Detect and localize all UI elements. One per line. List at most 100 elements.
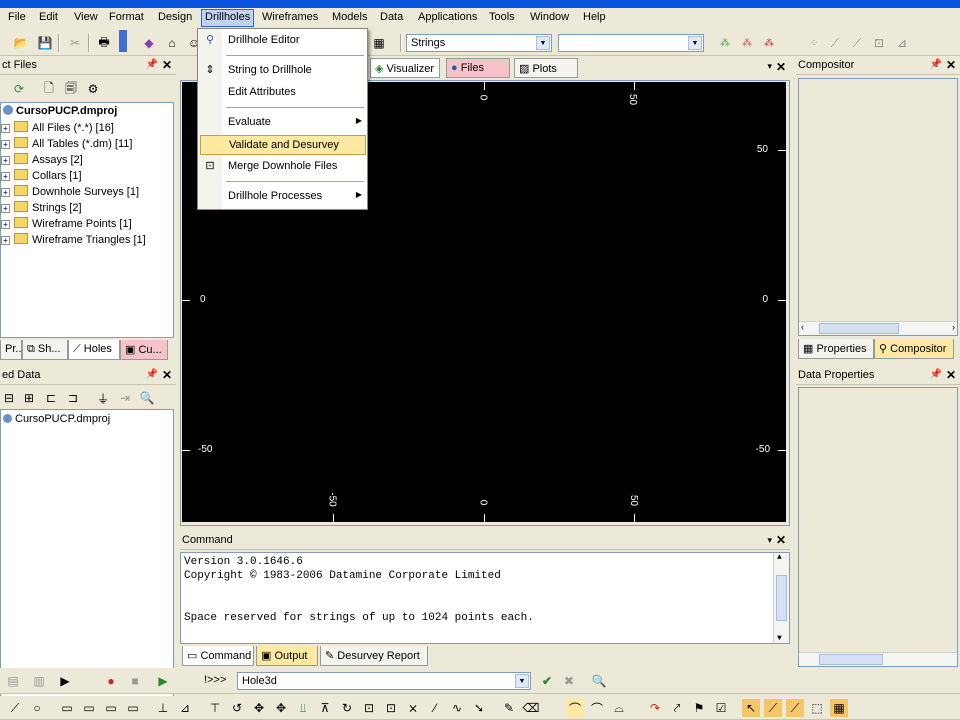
- layers-icon[interactable]: ▦: [370, 34, 388, 52]
- chevron-down-icon[interactable]: ▾: [767, 535, 772, 546]
- script-icon[interactable]: ▤: [4, 672, 22, 690]
- menu-item-drillhole-processes[interactable]: Drillhole Processes ▶: [200, 187, 366, 207]
- menu-item-edit-attributes[interactable]: Edit Attributes: [200, 83, 366, 103]
- tree-item[interactable]: + Assays [2]: [1, 153, 83, 169]
- select-point-icon[interactable]: ⟋: [786, 699, 804, 717]
- menu-models[interactable]: Models: [329, 11, 370, 23]
- points-clear-icon[interactable]: ⁂: [760, 34, 778, 52]
- menu-applications[interactable]: Applications: [415, 11, 480, 23]
- strings-combo[interactable]: Strings ▼: [406, 34, 552, 52]
- macro-run-icon[interactable]: ▶: [56, 672, 74, 690]
- tab-files[interactable]: ● Files: [446, 58, 510, 78]
- rectangle-move-icon[interactable]: ▭: [102, 699, 120, 717]
- tab-project[interactable]: Pr...: [0, 340, 22, 360]
- menu-item-string-to-drillhole[interactable]: String to Drillhole: [200, 61, 366, 81]
- chevron-down-icon[interactable]: ▼: [777, 634, 782, 643]
- chevron-right-icon[interactable]: ›: [952, 322, 955, 332]
- new-file-icon[interactable]: 🗋: [40, 80, 58, 98]
- close-icon[interactable]: ✕: [162, 368, 172, 382]
- menu-file[interactable]: File: [5, 11, 29, 23]
- menu-item-evaluate[interactable]: Evaluate ▶: [200, 113, 366, 133]
- tab-holes[interactable]: ⟋ Holes: [68, 340, 120, 360]
- tree-item[interactable]: + Collars [1]: [1, 169, 82, 185]
- pin-icon[interactable]: 📌: [930, 369, 942, 380]
- macro-icon[interactable]: ▥: [30, 672, 48, 690]
- menu-window[interactable]: Window: [527, 11, 572, 23]
- pen-icon[interactable]: ✎: [500, 699, 518, 717]
- rectangle-icon[interactable]: ▭: [58, 699, 76, 717]
- menu-help[interactable]: Help: [580, 11, 609, 23]
- tab-compositor[interactable]: ⚲ Compositor: [874, 339, 954, 359]
- cancel-icon[interactable]: ✖: [560, 672, 578, 690]
- snap-icon[interactable]: ⊼: [316, 699, 334, 717]
- save-icon[interactable]: 💾: [36, 34, 54, 52]
- slope-icon[interactable]: ⊿: [176, 699, 194, 717]
- command-input[interactable]: Hole3d ▼: [237, 672, 531, 690]
- refresh-icon[interactable]: ↻: [338, 699, 356, 717]
- tree-item[interactable]: + Downhole Surveys [1]: [1, 185, 139, 201]
- tree-item[interactable]: + Wireframe Triangles [1]: [1, 233, 146, 249]
- rotate-icon[interactable]: ↺: [228, 699, 246, 717]
- points-icon[interactable]: ⁂: [716, 34, 734, 52]
- check-icon[interactable]: ✔: [538, 672, 556, 690]
- expand-icon[interactable]: +: [1, 220, 10, 229]
- search-icon[interactable]: 🔍: [138, 389, 156, 407]
- shape-icon[interactable]: ⊡: [870, 34, 888, 52]
- grid-points-icon[interactable]: ⁘: [805, 34, 823, 52]
- cross-icon[interactable]: ⨯: [404, 699, 422, 717]
- expand-icon[interactable]: +: [1, 156, 10, 165]
- circle-icon[interactable]: ○: [28, 699, 46, 717]
- expand-icon[interactable]: +: [1, 140, 10, 149]
- horizontal-scrollbar[interactable]: [799, 652, 957, 666]
- scroll-thumb[interactable]: [776, 575, 787, 621]
- close-icon[interactable]: ✕: [946, 58, 956, 72]
- pin-icon[interactable]: 📌: [146, 59, 158, 70]
- close-icon[interactable]: ✕: [776, 533, 786, 547]
- close-icon[interactable]: ✕: [776, 60, 786, 74]
- close-icon[interactable]: ✕: [162, 58, 172, 72]
- points-delete-icon[interactable]: ⁂: [738, 34, 756, 52]
- transform-icon[interactable]: ⊿: [893, 34, 911, 52]
- curve-select-icon[interactable]: ⌒: [566, 699, 584, 717]
- expand-icon[interactable]: +: [1, 236, 10, 245]
- menu-edit[interactable]: Edit: [36, 11, 61, 23]
- menu-tools[interactable]: Tools: [486, 11, 518, 23]
- move-all-icon[interactable]: ✥: [272, 699, 290, 717]
- menu-design[interactable]: Design: [155, 11, 195, 23]
- pin-icon[interactable]: 📌: [930, 59, 942, 70]
- filter-combo[interactable]: ▼: [558, 34, 704, 52]
- tab-command[interactable]: ▭ Command: [182, 646, 254, 666]
- chevron-down-icon[interactable]: ▼: [536, 36, 550, 50]
- export-icon[interactable]: ⇥: [116, 389, 134, 407]
- curve-break-icon[interactable]: ⌓: [610, 699, 628, 717]
- arrow-icon[interactable]: ➘: [470, 699, 488, 717]
- curve-icon[interactable]: ∿: [448, 699, 466, 717]
- tree-item[interactable]: + All Tables (*.dm) [11]: [1, 137, 132, 153]
- tab-sheets[interactable]: ⧉ Sh...: [22, 340, 68, 360]
- filter-icon[interactable]: ⏚: [94, 389, 112, 407]
- print-icon[interactable]: 🖶: [95, 34, 113, 52]
- select-box-icon[interactable]: ⬚: [808, 699, 826, 717]
- play-icon[interactable]: ▶: [154, 672, 172, 690]
- menu-item-validate-and-desurvey[interactable]: Validate and Desurvey: [200, 135, 366, 155]
- line-icon[interactable]: ⟋: [6, 699, 24, 717]
- record-icon[interactable]: ●: [102, 672, 120, 690]
- chevron-left-icon[interactable]: ‹: [801, 322, 804, 332]
- menu-item-drillhole-editor[interactable]: Drillhole Editor: [200, 31, 366, 51]
- tree-item[interactable]: + Wireframe Points [1]: [1, 217, 132, 233]
- menu-view[interactable]: View: [71, 11, 101, 23]
- unload-icon[interactable]: ⊟: [0, 389, 18, 407]
- vertical-scrollbar[interactable]: ▲ ▼: [773, 553, 789, 643]
- refresh-icon[interactable]: ⟳: [10, 80, 28, 98]
- file-tools-icon[interactable]: ⚙: [84, 80, 102, 98]
- flag-icon[interactable]: ⚑: [690, 699, 708, 717]
- tab-plots[interactable]: ▨ Plots: [514, 58, 578, 78]
- align-icon[interactable]: ⫫: [294, 699, 312, 717]
- cut-icon[interactable]: ✂: [66, 34, 84, 52]
- triangle-icon[interactable]: ⊥: [154, 699, 172, 717]
- tree-root[interactable]: CursoPUCP.dmproj: [3, 413, 110, 429]
- expand-icon[interactable]: +: [1, 124, 10, 133]
- tree-root[interactable]: CursoPUCP.dmproj: [3, 105, 117, 121]
- close-icon[interactable]: ✕: [946, 368, 956, 382]
- reload-icon[interactable]: ⊞: [20, 389, 38, 407]
